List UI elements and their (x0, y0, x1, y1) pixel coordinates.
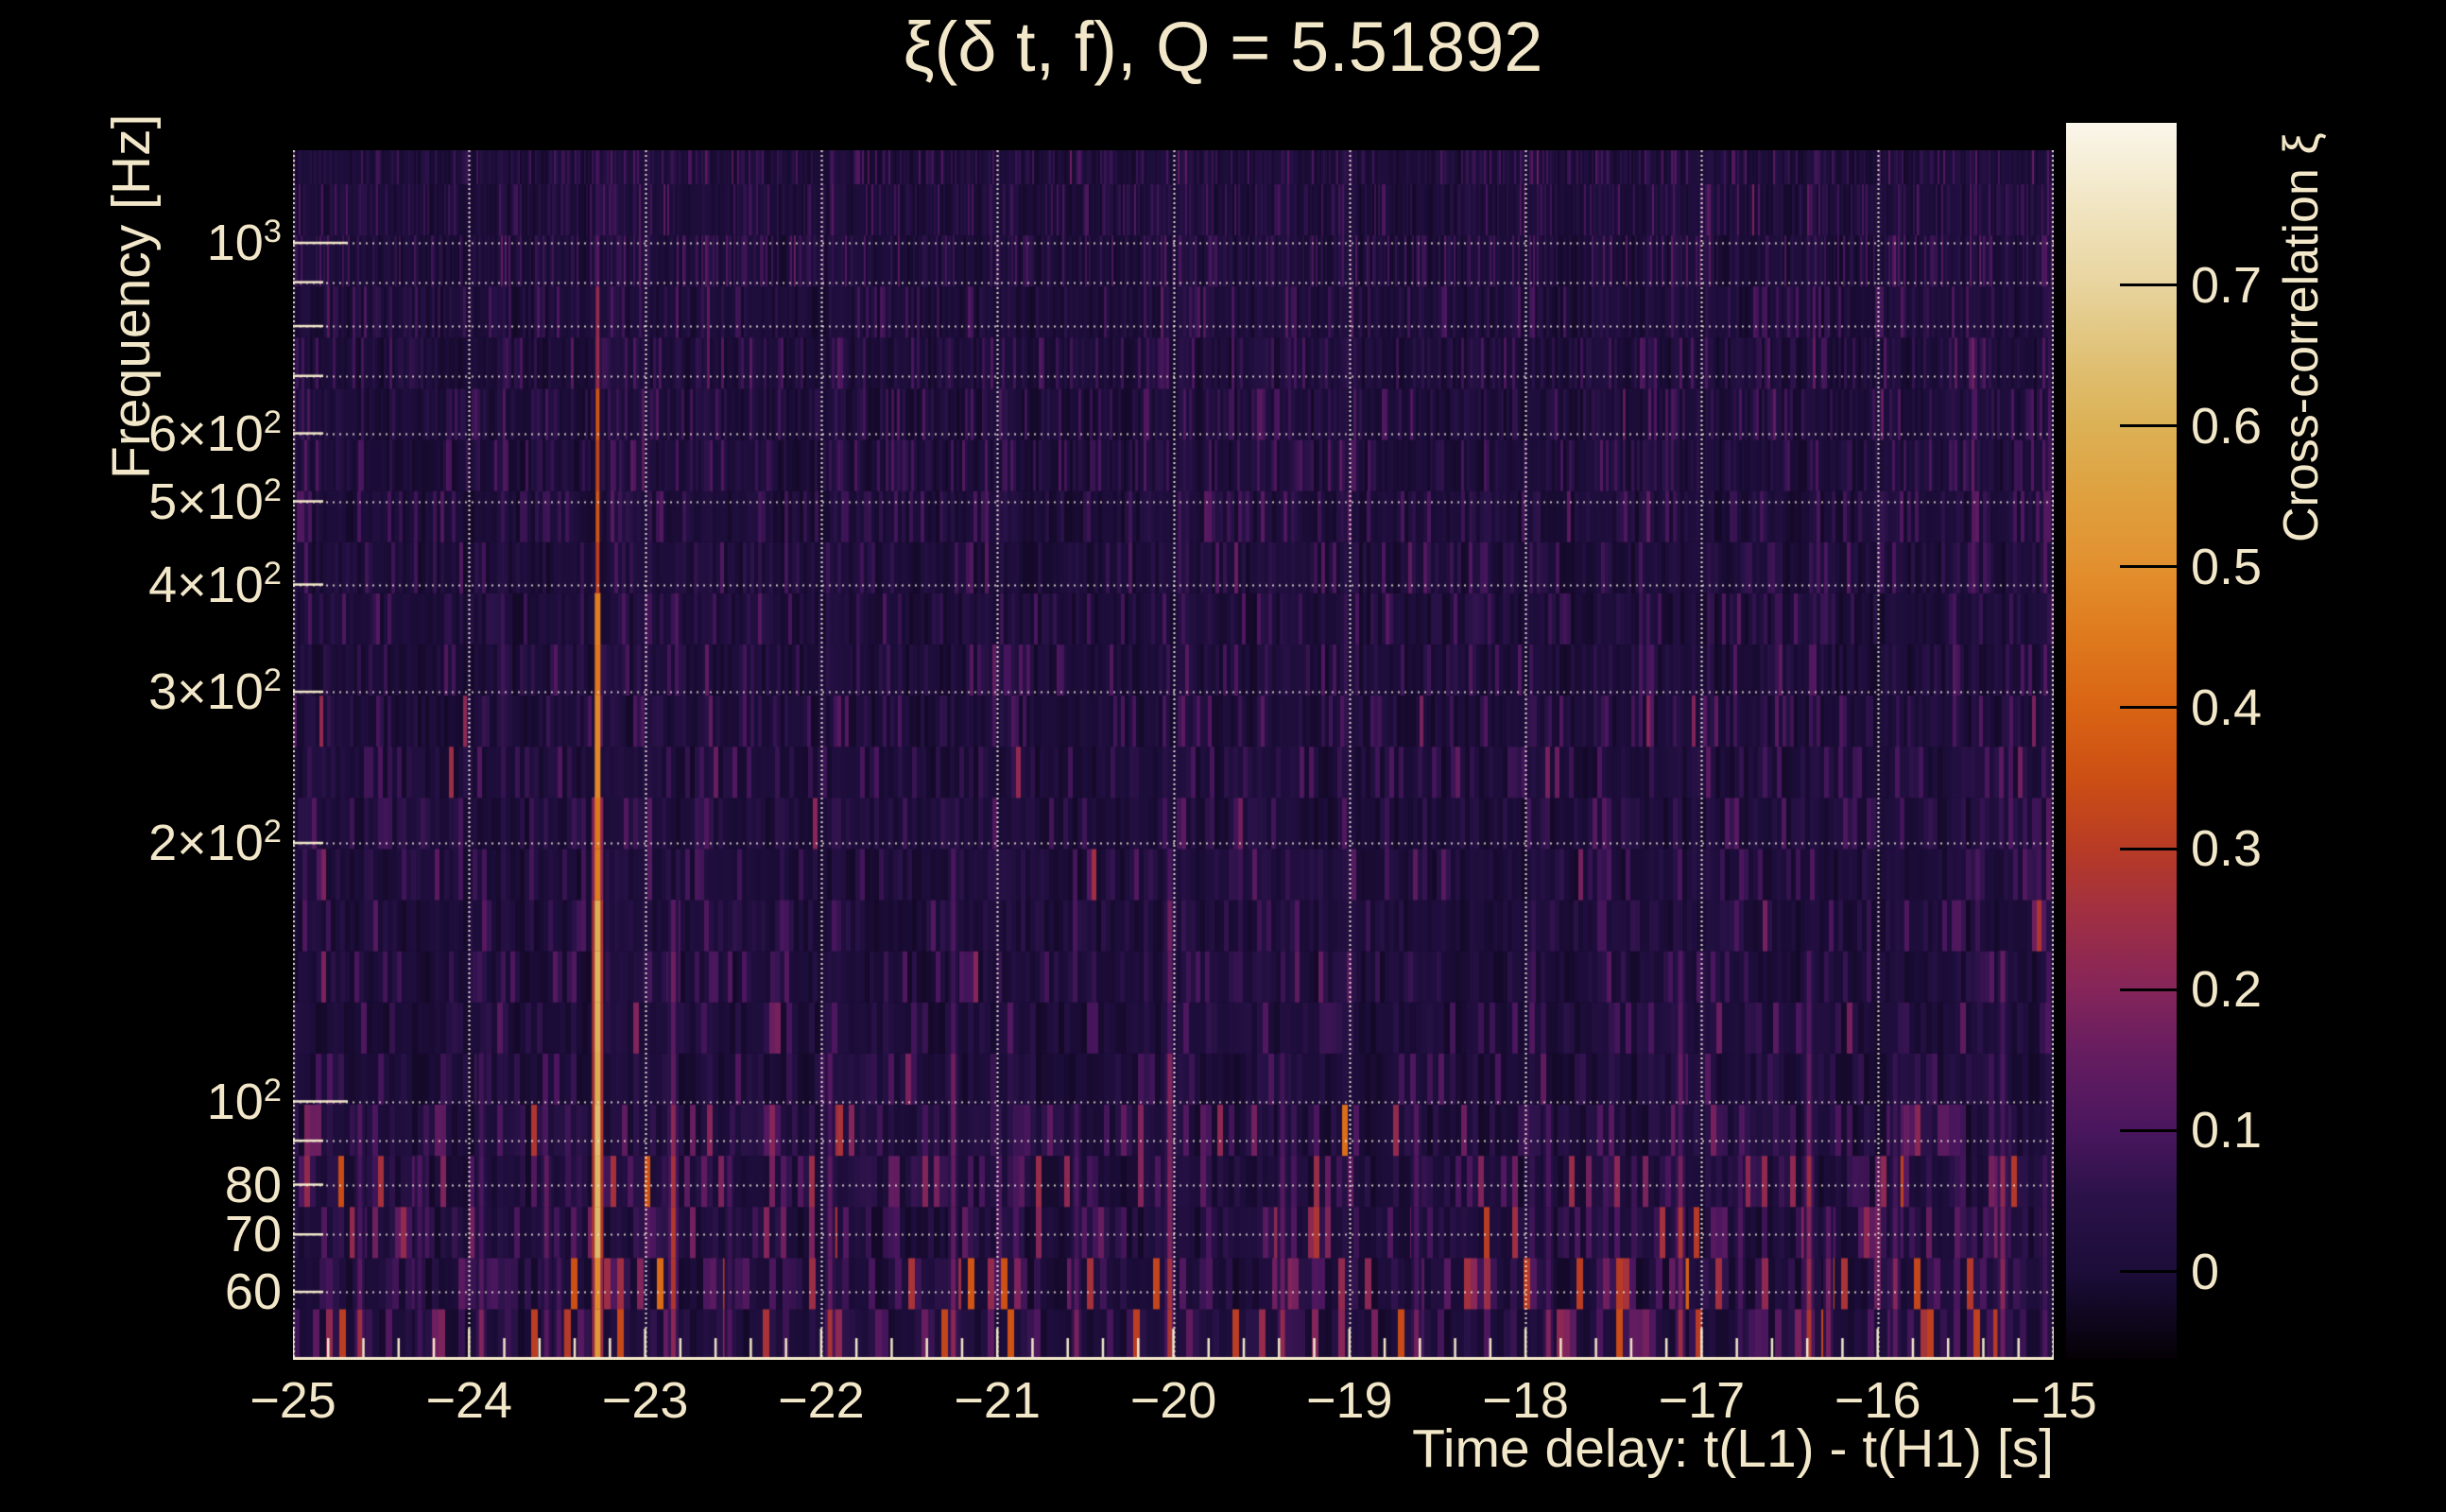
y-tick-label: 102 (206, 1072, 282, 1130)
colorbar-tick (2120, 706, 2177, 710)
colorbar-tick-label: 0.2 (2191, 961, 2263, 1019)
y-tick-label: 3×102 (148, 662, 282, 721)
y-tick-label: 5×102 (148, 472, 282, 530)
chart-title: ξ(δ t, f), Q = 5.51892 (903, 8, 1543, 86)
colorbar-tick (2120, 988, 2177, 991)
y-tick-label: 80 (224, 1156, 282, 1213)
colorbar-tick (2120, 284, 2177, 287)
colorbar-tick-label: 0.5 (2191, 538, 2263, 595)
heatmap-canvas (293, 150, 2054, 1360)
colorbar-title: Cross-correlation ξ (2274, 132, 2329, 542)
y-tick-label: 6×102 (148, 404, 282, 462)
y-tick-label: 2×102 (148, 814, 282, 872)
colorbar-tick-label: 0.4 (2191, 679, 2263, 736)
x-axis-title: Time delay: t(L1) - t(H1) [s] (1412, 1418, 2054, 1479)
colorbar-gradient (2066, 123, 2177, 1359)
y-tick-label: 60 (224, 1263, 282, 1321)
colorbar-tick (2120, 847, 2177, 850)
colorbar-tick (2120, 1128, 2177, 1132)
y-tick-label: 70 (224, 1206, 282, 1263)
y-tick-label: 103 (206, 214, 282, 272)
colorbar-tick (2120, 1270, 2177, 1274)
colorbar-tick (2120, 424, 2177, 428)
colorbar-tick-label: 0.3 (2191, 820, 2263, 878)
y-tick-label: 4×102 (148, 555, 282, 613)
colorbar-tick-label: 0 (2191, 1243, 2220, 1300)
colorbar-tick-label: 0.1 (2191, 1102, 2263, 1160)
colorbar-tick (2120, 565, 2177, 569)
